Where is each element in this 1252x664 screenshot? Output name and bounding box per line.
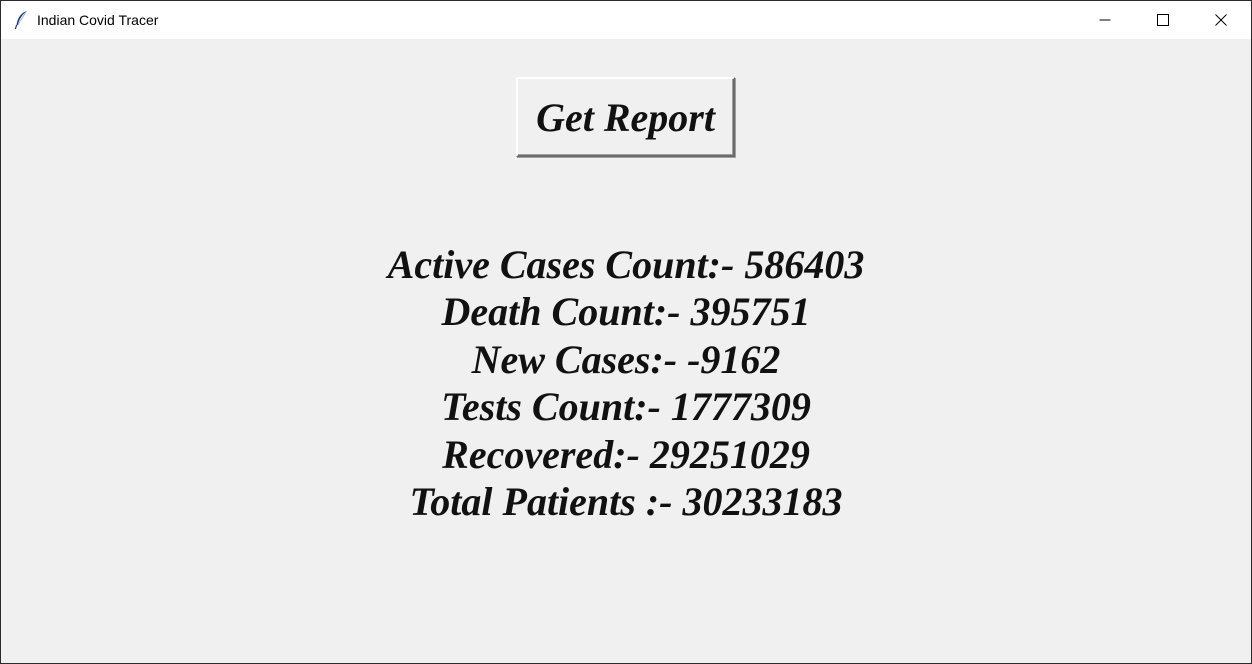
close-button[interactable] <box>1192 1 1250 39</box>
window-title: Indian Covid Tracer <box>37 12 159 28</box>
minimize-button[interactable] <box>1076 1 1134 39</box>
death-count-label: Death Count:- 395751 <box>441 289 811 335</box>
close-icon <box>1215 14 1227 26</box>
maximize-button[interactable] <box>1134 1 1192 39</box>
recovered-label: Recovered:- 29251029 <box>442 431 810 477</box>
stats-panel: Active Cases Count:- 586403 Death Count:… <box>1 241 1251 525</box>
title-bar[interactable]: Indian Covid Tracer <box>1 1 1251 39</box>
feather-icon <box>14 10 28 30</box>
minimize-icon <box>1099 14 1111 26</box>
active-cases-label: Active Cases Count:- 586403 <box>387 242 865 287</box>
total-patients-label: Total Patients :- 30233183 <box>409 479 843 525</box>
main-panel: Get Report Active Cases Count:- 586403 D… <box>1 39 1251 663</box>
app-window: Indian Covid Tracer Get Report Active Ca… <box>0 0 1252 664</box>
maximize-icon <box>1157 14 1169 26</box>
get-report-button[interactable]: Get Report <box>516 77 735 157</box>
tests-count-label: Tests Count:- 1777309 <box>441 384 811 430</box>
new-cases-label: New Cases:- -9162 <box>471 336 781 382</box>
